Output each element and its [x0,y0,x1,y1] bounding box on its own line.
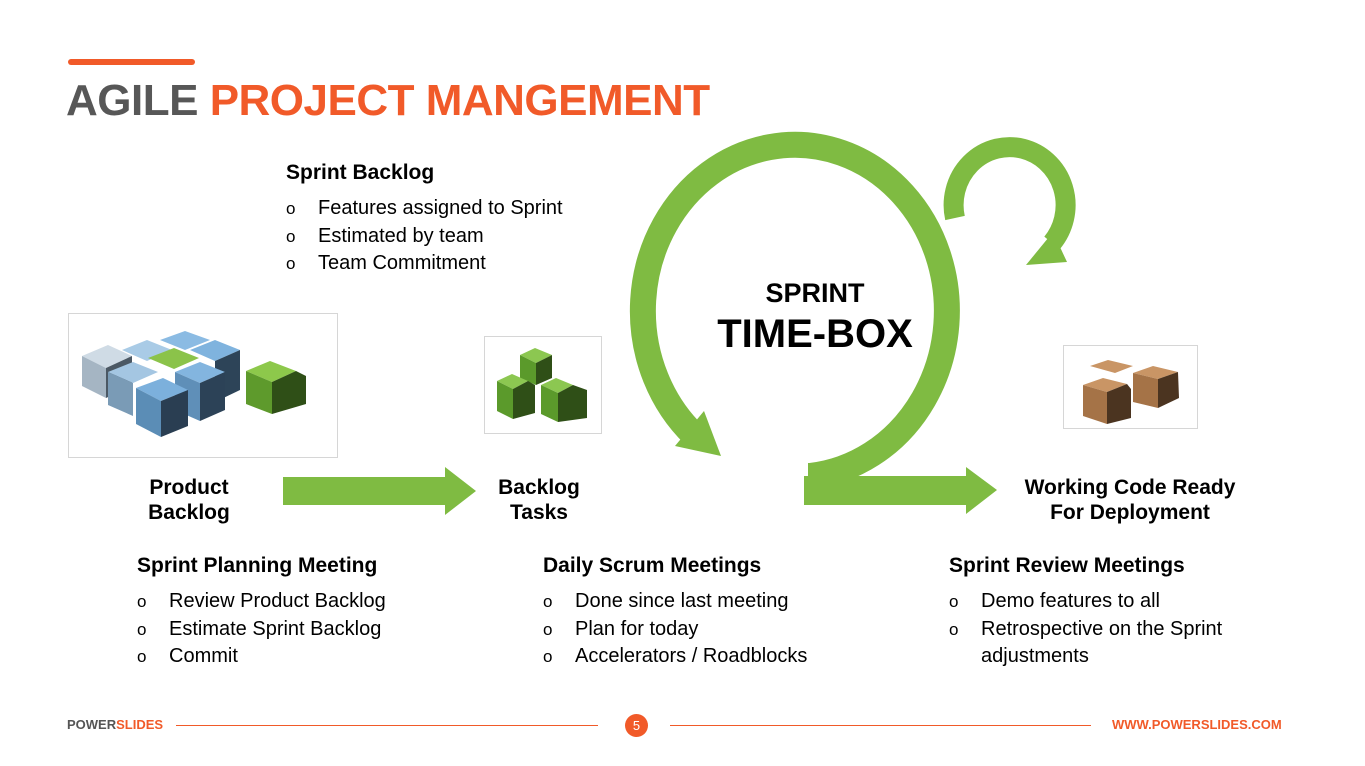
daily-loop-arc [943,137,1076,250]
flow-diagram [82,131,1179,515]
backlog-tasks-cubes-icon [497,348,587,422]
product-backlog-cubes-icon [82,331,306,437]
arrow-product-to-tasks [283,467,476,515]
sprint-loop-arc [629,131,960,489]
working-code-boxes-icon [1083,360,1179,424]
